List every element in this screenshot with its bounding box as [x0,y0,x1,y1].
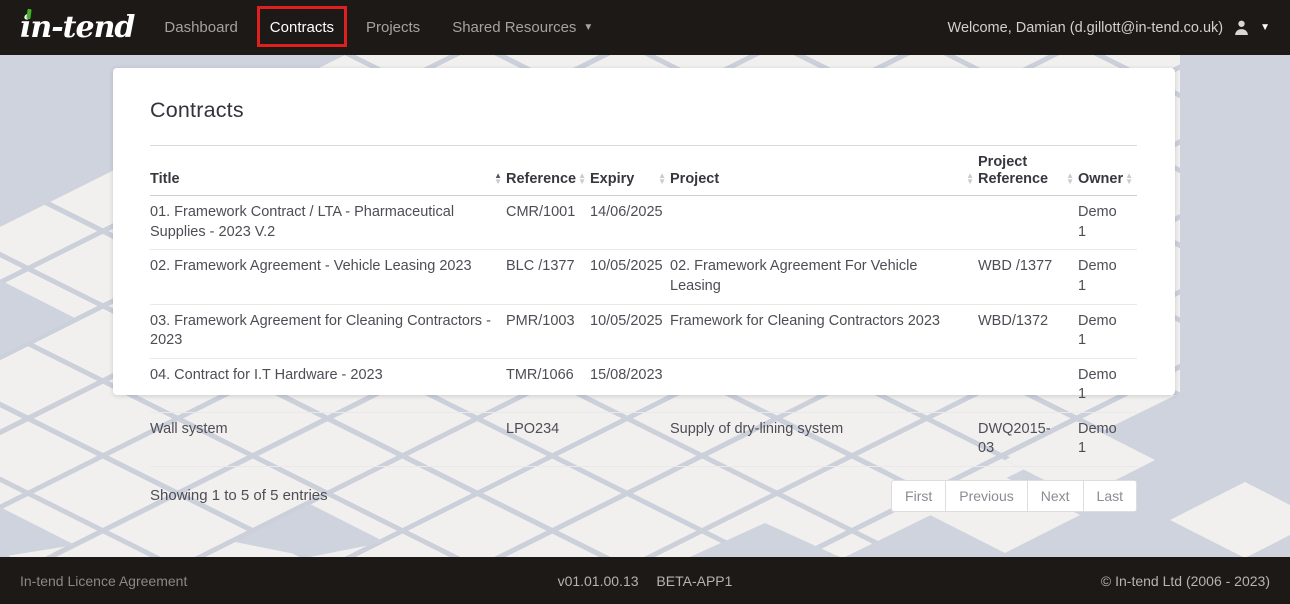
column-header-title[interactable]: Title ▲▼ [150,146,506,196]
cell-title: 03. Framework Agreement for Cleaning Con… [150,304,506,358]
cell-expiry: 15/08/2023 [590,358,670,412]
cell-project: Supply of dry-lining system [670,412,978,466]
version-info: v01.01.00.13 BETA-APP1 [0,573,1290,589]
sort-icon: ▲▼ [1125,173,1133,185]
table-row[interactable]: 03. Framework Agreement for Cleaning Con… [150,304,1137,358]
dropdown-caret-icon: ▼ [583,22,593,33]
cell-project [670,358,978,412]
page-title: Contracts [150,98,1137,123]
nav-item-projects[interactable]: Projects [350,0,436,55]
copyright-text: © In-tend Ltd (2006 - 2023) [1101,573,1270,589]
cell-expiry: 10/05/2025 [590,304,670,358]
footer: In-tend Licence Agreement v01.01.00.13 B… [0,557,1290,604]
user-menu[interactable]: Welcome, Damian (d.gillott@in-tend.co.uk… [948,19,1270,36]
cell-owner: Demo 1 [1078,304,1137,358]
pagination-previous-button[interactable]: Previous [945,480,1027,512]
cell-expiry: 14/06/2025 [590,196,670,250]
table-row[interactable]: 02. Framework Agreement - Vehicle Leasin… [150,250,1137,304]
column-header-label: Expiry [590,171,634,187]
column-header-project-reference[interactable]: Project Reference ▲▼ [978,146,1078,196]
nav-menu: Dashboard Contracts Projects Shared Resourc… [148,0,609,55]
cell-owner: Demo 1 [1078,196,1137,250]
column-header-reference[interactable]: Reference▲▼ [506,146,590,196]
cell-title: 02. Framework Agreement - Vehicle Leasin… [150,250,506,304]
entries-summary: Showing 1 to 5 of 5 entries [150,487,328,504]
column-header-project[interactable]: Project ▲▼ [670,146,978,196]
pagination-next-button[interactable]: Next [1027,480,1084,512]
sort-icon: ▲▼ [966,173,974,185]
cell-reference: BLC /1377 [506,250,590,304]
cell-owner: Demo 1 [1078,358,1137,412]
column-header-label: Project [670,171,719,187]
cell-owner: Demo 1 [1078,412,1137,466]
contracts-tbody: 01. Framework Contract / LTA - Pharmaceu… [150,196,1137,467]
user-dropdown-caret-icon: ▼ [1260,22,1270,33]
column-header-owner[interactable]: Owner▲▼ [1078,146,1137,196]
table-footer: Showing 1 to 5 of 5 entries FirstPreviou… [150,480,1137,512]
pagination-last-button[interactable]: Last [1083,480,1137,512]
nav-item-label: Contracts [270,19,334,36]
sort-icon: ▲▼ [494,173,502,185]
cell-project_reference: WBD /1377 [978,250,1078,304]
cell-project_reference: DWQ2015-03 [978,412,1078,466]
column-header-label: Owner [1078,171,1123,187]
column-header-label: Title [150,171,180,187]
cell-title: 01. Framework Contract / LTA - Pharmaceu… [150,196,506,250]
column-header-expiry[interactable]: Expiry ▲▼ [590,146,670,196]
cell-title: Wall system [150,412,506,466]
logo-text: in-tend [20,10,134,45]
cell-reference: LPO234 [506,412,590,466]
nav-item-label: Dashboard [164,19,237,36]
cell-project [670,196,978,250]
user-icon [1233,19,1250,36]
column-header-label: Project Reference [978,154,1048,187]
cell-project_reference [978,196,1078,250]
app-name: BETA-APP1 [656,573,732,589]
table-row[interactable]: Wall systemLPO234 Supply of dry-lining sy… [150,412,1137,466]
pagination: FirstPreviousNextLast [891,480,1137,512]
contracts-table: Title▲▼Reference▲▼Expiry▲▼Project▲▼Proje… [150,145,1137,467]
cell-owner: Demo 1 [1078,250,1137,304]
page-background: Contracts Title▲▼Reference▲▼Expiry▲▼Proj… [0,55,1290,557]
nav-item-label: Projects [366,19,420,36]
sort-icon: ▲▼ [1066,173,1074,185]
nav-item-dashboard[interactable]: Dashboard [148,0,253,55]
nav-item-contracts[interactable]: Contracts [254,0,350,55]
sort-icon: ▲▼ [578,173,586,185]
intend-logo[interactable]: in-tend [18,0,134,55]
navbar: in-tend Dashboard Contracts Projects Shared… [0,0,1290,55]
contracts-card: Contracts Title▲▼Reference▲▼Expiry▲▼Proj… [113,68,1175,395]
cell-project_reference [978,358,1078,412]
cell-reference: TMR/1066 [506,358,590,412]
cell-reference: PMR/1003 [506,304,590,358]
table-row[interactable]: 04. Contract for I.T Hardware - 2023TMR/… [150,358,1137,412]
cell-expiry: 10/05/2025 [590,250,670,304]
welcome-text: Welcome, Damian (d.gillott@in-tend.co.uk… [948,20,1224,36]
column-header-label: Reference [506,171,576,187]
cell-reference: CMR/1001 [506,196,590,250]
sort-icon: ▲▼ [658,173,666,185]
table-row[interactable]: 01. Framework Contract / LTA - Pharmaceu… [150,196,1137,250]
nav-item-shared-resources[interactable]: Shared Resources ▼ [436,0,609,55]
contracts-table-header: Title▲▼Reference▲▼Expiry▲▼Project▲▼Proje… [150,146,1137,196]
version-number: v01.01.00.13 [558,573,639,589]
cell-title: 04. Contract for I.T Hardware - 2023 [150,358,506,412]
cell-expiry [590,412,670,466]
pagination-first-button[interactable]: First [891,480,946,512]
nav-item-label: Shared Resources [452,19,576,36]
cell-project_reference: WBD/1372 [978,304,1078,358]
licence-agreement-link[interactable]: In-tend Licence Agreement [20,573,187,589]
cell-project: Framework for Cleaning Contractors 2023 [670,304,978,358]
cell-project: 02. Framework Agreement For Vehicle Leas… [670,250,978,304]
